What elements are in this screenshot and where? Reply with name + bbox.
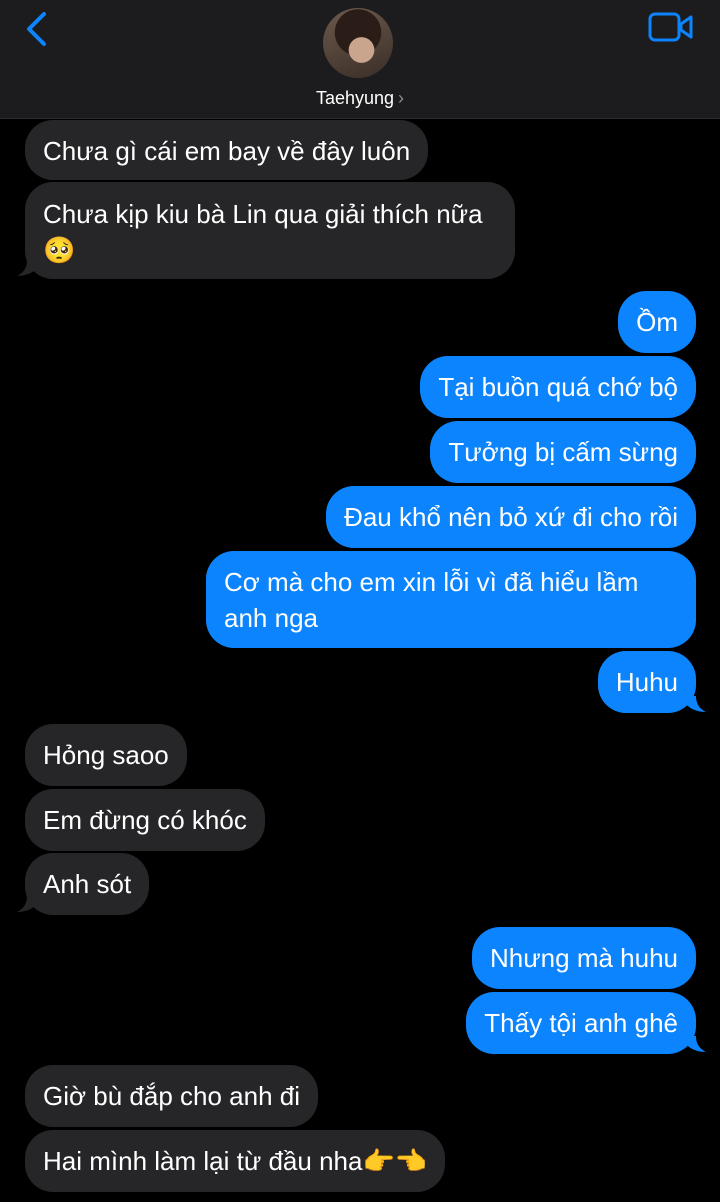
message-bubble-sent[interactable]: Đau khổ nên bỏ xứ đi cho rồi bbox=[326, 486, 696, 548]
contact-name: Taehyung bbox=[315, 88, 395, 108]
message-bubble-received[interactable]: Anh sót bbox=[25, 853, 150, 915]
message-bubble-sent[interactable]: Ồm bbox=[618, 291, 696, 353]
message-bubble-received[interactable]: Chưa gì cái em bay về đây luôn bbox=[25, 120, 429, 180]
message-bubble-sent[interactable]: Cơ mà cho em xin lỗi vì đã hiểu lầm anh … bbox=[206, 551, 696, 648]
message-bubble-sent[interactable]: Tại buồn quá chớ bộ bbox=[420, 356, 696, 418]
conversation-header: Taehyung › bbox=[0, 0, 720, 119]
message-bubble-received[interactable]: Hai mình làm lại từ đầu nha👉👈 bbox=[25, 1130, 446, 1192]
contact-name-button[interactable]: Taehyung › bbox=[0, 88, 720, 109]
message-bubble-sent[interactable]: Nhưng mà huhu bbox=[472, 927, 696, 989]
bubble-tail bbox=[682, 1036, 706, 1052]
chevron-left-icon[interactable] bbox=[22, 10, 52, 48]
avatar[interactable] bbox=[323, 8, 393, 78]
message-bubble-received[interactable]: Giờ bù đắp cho anh đi bbox=[25, 1065, 319, 1127]
bubble-tail bbox=[682, 696, 706, 712]
message-bubble-sent[interactable]: Tưởng bị cấm sừng bbox=[430, 421, 696, 483]
bubble-tail bbox=[17, 896, 41, 912]
video-camera-icon[interactable] bbox=[648, 12, 694, 42]
message-bubble-sent[interactable]: Thấy tội anh ghê bbox=[466, 992, 696, 1054]
message-bubble-received[interactable]: Em đừng có khóc bbox=[25, 789, 265, 851]
message-bubble-received[interactable]: Chưa kịp kiu bà Lin qua giải thích nữa 🥺 bbox=[25, 182, 515, 279]
message-bubble-received[interactable]: Hỏng saoo bbox=[25, 724, 187, 786]
chevron-right-icon: › bbox=[398, 88, 405, 108]
bubble-tail bbox=[17, 260, 41, 276]
